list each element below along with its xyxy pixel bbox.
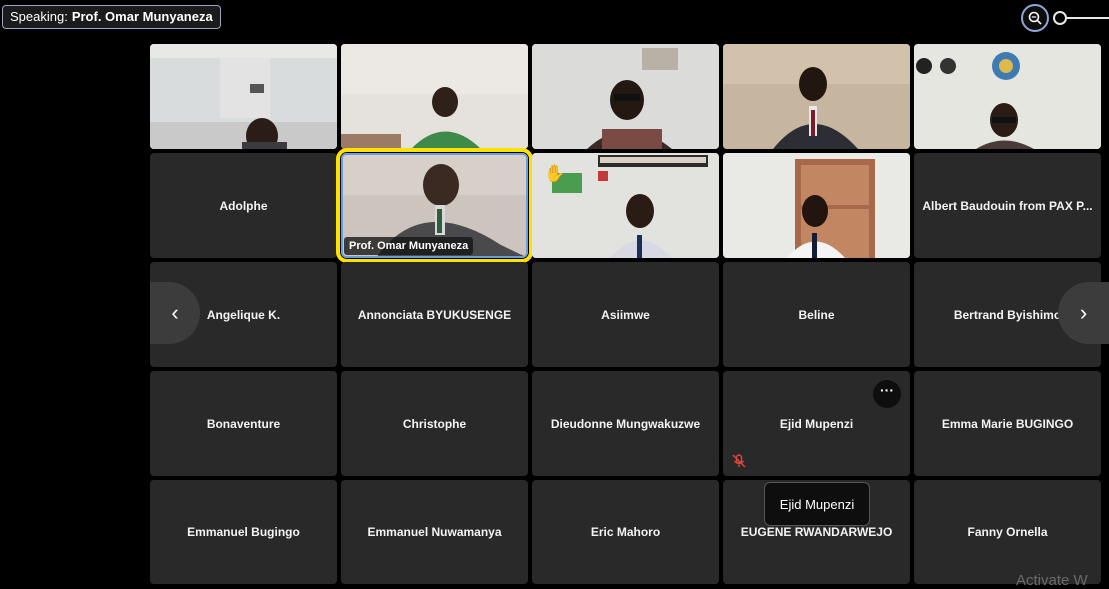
participant-name: Bonaventure	[206, 416, 281, 431]
video-tile[interactable]	[914, 44, 1101, 149]
prev-page-glyph: ‹	[171, 300, 179, 325]
activation-watermark: Activate W	[1016, 572, 1088, 589]
participant-grid: Adolphe Prof. Omar Munyaneza ✋ Albert Ba…	[150, 44, 1103, 584]
zoom-slider-thumb[interactable]	[1053, 11, 1067, 25]
participant-name: Ejid Mupenzi	[779, 416, 854, 431]
participant-name: Christophe	[402, 416, 467, 431]
speaking-indicator: Speaking: Prof. Omar Munyaneza	[2, 5, 221, 29]
participant-tile[interactable]: Christophe	[341, 371, 528, 476]
participant-tile[interactable]: Annonciata BYUKUSENGE	[341, 262, 528, 367]
more-icon[interactable]: ···	[873, 380, 901, 408]
participant-name: EUGENE RWANDARWEJO	[740, 525, 893, 539]
speaking-name: Prof. Omar Munyaneza	[71, 9, 213, 24]
participant-name: Adolphe	[219, 198, 268, 213]
participant-name: Eric Mahoro	[590, 525, 661, 539]
participant-name: Annonciata BYUKUSENGE	[357, 307, 512, 322]
participant-tile[interactable]: Emmanuel Nuwamanya	[341, 480, 528, 584]
participant-tile[interactable]: Bonaventure	[150, 371, 337, 476]
zoom-icon[interactable]	[1021, 4, 1049, 32]
tooltip-text: Ejid Mupenzi	[779, 496, 855, 512]
video-name-tag: Prof. Omar Munyaneza	[344, 237, 474, 255]
participant-tile[interactable]: Fanny Ornella	[914, 480, 1101, 584]
participant-name: Asiimwe	[601, 307, 650, 322]
more-glyph: ···	[880, 382, 894, 398]
participant-tile[interactable]: Eric Mahoro	[532, 480, 719, 584]
raised-hand-icon: ✋	[544, 164, 566, 183]
video-tile[interactable]	[723, 44, 910, 149]
speaking-label: Speaking:	[10, 9, 68, 24]
participant-tooltip: Ejid Mupenzi	[764, 482, 870, 526]
participant-tile[interactable]: Asiimwe	[532, 262, 719, 367]
video-tile[interactable]	[532, 44, 719, 149]
video-tile[interactable]	[150, 44, 337, 149]
participant-name: Bertrand Byishimo	[953, 307, 1062, 322]
video-tile[interactable]	[341, 44, 528, 149]
participant-name: Emma Marie BUGINGO	[941, 416, 1074, 431]
participant-name: Dieudonne Mungwakuzwe	[550, 416, 701, 431]
active-speaker-tile[interactable]: Prof. Omar Munyaneza	[336, 148, 533, 263]
video-tile[interactable]	[723, 153, 910, 258]
next-page-glyph: ›	[1079, 300, 1088, 325]
participant-name: Angelique K.	[206, 307, 281, 322]
participant-name: Emmanuel Bugingo	[187, 525, 300, 539]
participant-tile[interactable]: Dieudonne Mungwakuzwe	[532, 371, 719, 476]
participant-name: Albert Baudouin from PAX P...	[922, 198, 1093, 213]
mic-off-icon	[731, 453, 747, 474]
video-tile[interactable]: ✋	[532, 153, 719, 258]
participant-tile[interactable]: Beline	[723, 262, 910, 367]
participant-tile[interactable]: Albert Baudouin from PAX P...	[914, 153, 1101, 258]
participant-tile[interactable]: Emmanuel Bugingo	[150, 480, 337, 584]
participant-name: Fanny Ornella	[967, 525, 1048, 539]
participant-name: Emmanuel Nuwamanya	[367, 525, 502, 539]
zoom-control[interactable]	[1021, 4, 1109, 32]
participant-tile[interactable]: Adolphe	[150, 153, 337, 258]
participant-name: Beline	[798, 307, 835, 322]
participant-tile[interactable]: Emma Marie BUGINGO	[914, 371, 1101, 476]
